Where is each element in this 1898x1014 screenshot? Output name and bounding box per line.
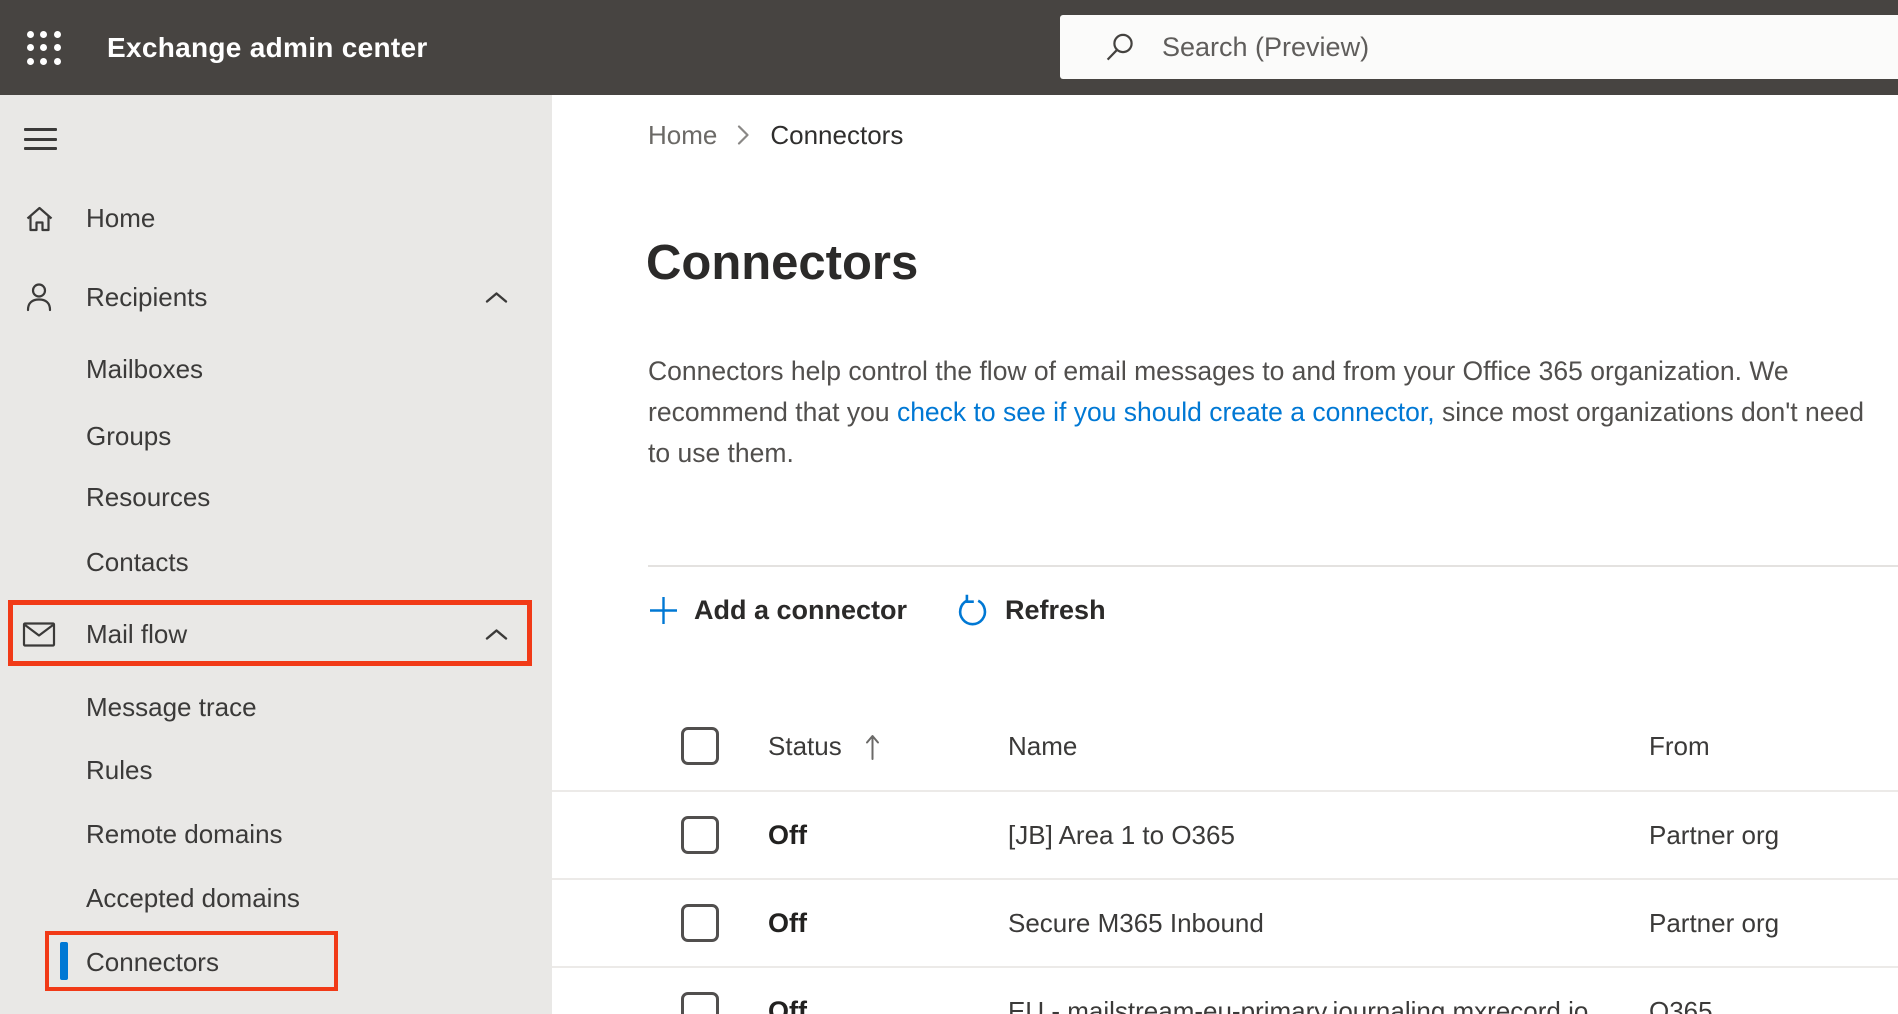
connector-status: Off: [768, 819, 807, 850]
sidebar-item-label: Contacts: [86, 546, 189, 577]
page-title: Connectors: [646, 236, 919, 290]
table-header-row: Status Name From: [552, 702, 1898, 792]
sidebar-item-label: Accepted domains: [86, 882, 300, 913]
breadcrumb: Home Connectors: [648, 117, 903, 153]
row-checkbox[interactable]: [681, 816, 719, 854]
main-content: Home Connectors Connectors Connectors he…: [552, 95, 1898, 1014]
sidebar-item-label: Groups: [86, 420, 172, 451]
connector-status: Off: [768, 907, 807, 938]
sidebar-item-mail-flow[interactable]: Mail flow: [0, 602, 552, 666]
command-bar: Add a connector Refresh: [648, 581, 1106, 639]
chevron-up-icon[interactable]: [485, 291, 508, 304]
selected-item-indicator: [60, 942, 68, 980]
sidebar-item-message-trace[interactable]: Message trace: [0, 675, 552, 739]
sidebar-item-label: Mailboxes: [86, 353, 204, 384]
select-all-checkbox[interactable]: [681, 727, 719, 765]
search-icon: [1104, 31, 1136, 63]
add-connector-label: Add a connector: [694, 594, 908, 625]
left-nav: Home Recipients Mailboxes Groups Resourc…: [0, 95, 552, 1014]
chevron-right-icon: [737, 124, 750, 146]
sidebar-item-label: Remote domains: [86, 818, 283, 849]
connector-name[interactable]: [JB] Area 1 to O365: [1008, 820, 1649, 851]
sidebar-item-rules[interactable]: Rules: [0, 738, 552, 802]
sidebar-item-recipients[interactable]: Recipients: [0, 265, 552, 329]
column-header-status[interactable]: Status: [768, 731, 842, 762]
sidebar-item-accepted-domains[interactable]: Accepted domains: [0, 866, 552, 930]
connector-from: Partner org: [1649, 907, 1780, 938]
sidebar-item-label: Rules: [86, 754, 153, 785]
row-checkbox[interactable]: [681, 992, 719, 1014]
table-row[interactable]: Off [JB] Area 1 to O365 Partner org: [552, 792, 1898, 880]
top-app-bar: Exchange admin center Search (Preview): [0, 0, 1898, 95]
sidebar-item-label: Home: [86, 202, 156, 233]
sidebar-item-label: Connectors: [86, 946, 219, 977]
sidebar-item-contacts[interactable]: Contacts: [0, 530, 552, 594]
create-connector-check-link[interactable]: check to see if you should create a conn…: [897, 397, 1435, 427]
breadcrumb-home-link[interactable]: Home: [648, 120, 717, 151]
sidebar-item-label: Recipients: [86, 281, 208, 312]
sidebar-item-groups[interactable]: Groups: [0, 404, 552, 468]
mail-icon: [22, 617, 56, 651]
refresh-icon: [955, 593, 990, 628]
app-launcher-waffle-icon[interactable]: [24, 28, 64, 68]
sidebar-item-connectors[interactable]: Connectors: [0, 930, 552, 994]
sidebar-item-mailboxes[interactable]: Mailboxes: [0, 337, 552, 401]
connector-name[interactable]: Secure M365 Inbound: [1008, 908, 1649, 939]
app-title: Exchange admin center: [107, 31, 428, 63]
row-checkbox[interactable]: [681, 904, 719, 942]
person-icon: [22, 280, 56, 314]
sidebar-item-home[interactable]: Home: [0, 186, 552, 250]
hamburger-menu-icon[interactable]: [24, 128, 57, 150]
breadcrumb-current: Connectors: [770, 119, 904, 150]
page-description: Connectors help control the flow of emai…: [648, 351, 1888, 474]
column-header-name[interactable]: Name: [1008, 731, 1649, 762]
connector-status: Off: [768, 995, 807, 1014]
connector-from: O365: [1649, 995, 1713, 1014]
sidebar-item-label: Message trace: [86, 691, 257, 722]
sidebar-item-label: Mail flow: [86, 618, 188, 649]
table-row[interactable]: Off Secure M365 Inbound Partner org: [552, 880, 1898, 968]
table-row[interactable]: Off EU - mailstream-eu-primary.journalin…: [552, 968, 1898, 1014]
chevron-up-icon[interactable]: [485, 628, 508, 641]
toolbar-divider: [648, 565, 1898, 567]
sidebar-item-remote-domains[interactable]: Remote domains: [0, 802, 552, 866]
refresh-label: Refresh: [1005, 594, 1106, 625]
sidebar-item-label: Resources: [86, 481, 211, 512]
column-header-from[interactable]: From: [1649, 731, 1898, 762]
search-placeholder: Search (Preview): [1162, 31, 1370, 62]
sidebar-item-resources[interactable]: Resources: [0, 465, 552, 529]
home-icon: [22, 201, 56, 235]
connector-name[interactable]: EU - mailstream-eu-primary.journaling.mx…: [1008, 996, 1649, 1014]
plus-icon: [648, 595, 679, 626]
refresh-button[interactable]: Refresh: [955, 593, 1106, 628]
add-connector-button[interactable]: Add a connector: [648, 595, 907, 626]
sort-ascending-icon[interactable]: [864, 732, 881, 761]
search-input[interactable]: Search (Preview): [1060, 15, 1898, 79]
connector-from: Partner org: [1649, 819, 1780, 850]
